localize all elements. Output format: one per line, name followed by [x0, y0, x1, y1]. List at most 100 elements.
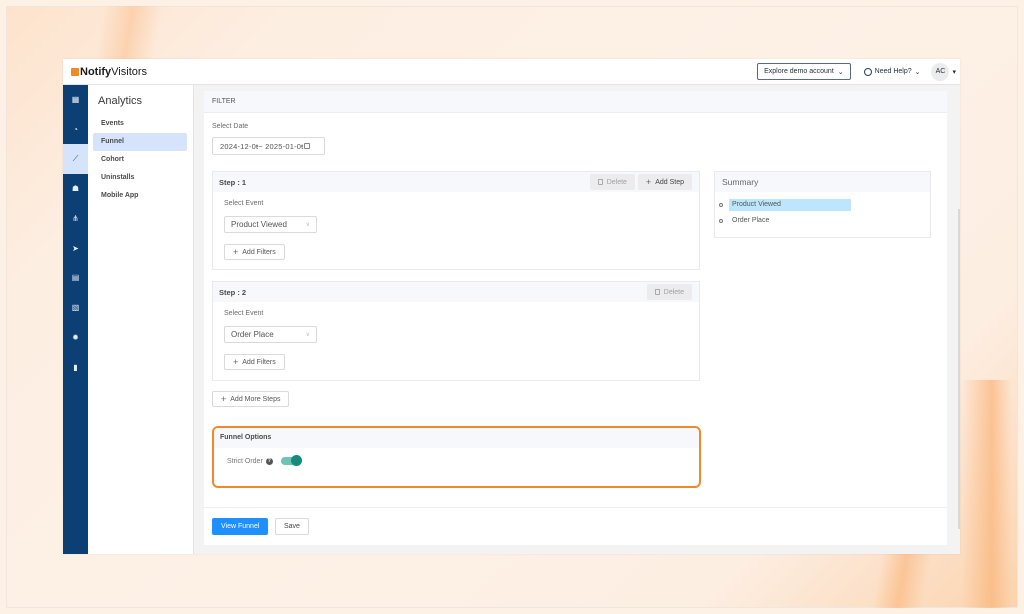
strict-order-toggle[interactable]	[280, 455, 302, 466]
sidebar-item-settings[interactable]: ✹	[63, 323, 88, 353]
chevron-down-icon[interactable]: ▾	[952, 68, 956, 76]
plus-icon: +	[645, 176, 652, 187]
sidebar-item-hierarchy[interactable]: ⋔	[63, 204, 88, 234]
card-icon: ▤	[71, 273, 80, 283]
add-filters-button[interactable]: + Add Filters	[224, 244, 285, 260]
trash-icon	[654, 289, 660, 295]
date-range-input[interactable]: 2024-12-0ŧ~ 2025-01-0ŧ	[212, 137, 325, 155]
top-bar: Notify Visitors Explore demo account ⌄ N…	[63, 59, 960, 85]
event-select-value: Product Viewed	[231, 220, 287, 229]
avatar[interactable]: AC	[931, 62, 950, 81]
step-title: Step : 2	[219, 287, 247, 297]
delete-label: Delete	[663, 288, 684, 296]
subnav-item-events[interactable]: Events	[93, 115, 187, 133]
logo-text-bold: Notify	[80, 65, 112, 78]
delete-step-button[interactable]: Delete	[646, 284, 692, 300]
bullet-icon	[719, 202, 723, 207]
sidebar-item-grid[interactable]: ▦	[63, 85, 88, 115]
chevron-down-icon: ∨	[305, 332, 310, 338]
sidebar-item-dashboard[interactable]: ◔	[63, 115, 88, 145]
sidebar-item-card[interactable]: ▤	[63, 263, 88, 293]
users-icon: ☗	[71, 184, 80, 194]
event-select-value: Order Place	[231, 330, 274, 339]
save-button[interactable]: Save	[275, 518, 309, 535]
scrollbar[interactable]	[958, 209, 960, 529]
book-icon: ▮	[73, 362, 78, 372]
event-select[interactable]: Product Viewed ∨	[224, 216, 317, 233]
funnel-step-1: Step : 1 Delete + Add Step Select Event …	[212, 171, 700, 270]
plus-icon: +	[221, 393, 227, 404]
add-filters-label: Add Filters	[242, 248, 276, 256]
hierarchy-icon: ⋔	[72, 214, 79, 224]
add-more-steps-label: Add More Steps	[230, 395, 281, 403]
grid-icon: ▦	[71, 95, 80, 105]
summary-item: Product Viewed	[715, 198, 930, 211]
add-filters-button[interactable]: + Add Filters	[224, 354, 285, 370]
need-help-menu[interactable]: Need Help? ⌄	[863, 67, 921, 76]
app-window: Notify Visitors Explore demo account ⌄ N…	[63, 59, 960, 554]
event-select[interactable]: Order Place ∨	[224, 326, 317, 343]
subnav-title: Analytics	[98, 95, 143, 107]
funnel-filter-panel: FILTER Select Date 2024-12-0ŧ~ 2025-01-0…	[204, 91, 947, 545]
subnav-item-mobile-app[interactable]: Mobile App	[93, 187, 187, 205]
select-date-label: Select Date	[212, 123, 249, 130]
delete-step-button[interactable]: Delete	[589, 174, 635, 190]
summary-item-label: Product Viewed	[729, 198, 851, 211]
step-title: Step : 1	[219, 177, 247, 187]
background-decoration	[962, 380, 1012, 608]
need-help-label: Need Help?	[874, 68, 912, 75]
subnav-item-funnel[interactable]: Funnel	[93, 133, 187, 151]
sidebar-item-analytics[interactable]: ⟋	[63, 144, 88, 175]
summary-item: Order Place	[715, 214, 930, 227]
select-event-label: Select Event	[224, 310, 264, 317]
summary-item-label: Order Place	[732, 216, 770, 224]
icon-sidebar: ▦ ◔ ⟋ ☗ ⋔ ➤ ▤ ▧ ✹ ▮	[63, 85, 88, 554]
dashboard-icon: ◔	[73, 125, 78, 135]
view-funnel-button[interactable]: View Funnel	[212, 518, 269, 535]
funnel-step-2: Step : 2 Delete Select Event Order Place…	[212, 281, 700, 381]
bullet-icon	[719, 218, 723, 223]
step-header: Step : 1 Delete + Add Step	[213, 172, 699, 192]
add-step-button[interactable]: + Add Step	[637, 174, 692, 190]
subnav-item-uninstalls[interactable]: Uninstalls	[93, 169, 187, 187]
date-range-value: 2024-12-0ŧ~ 2025-01-0ŧ	[220, 141, 304, 151]
filter-header: FILTER	[204, 91, 947, 113]
select-event-label: Select Event	[224, 200, 264, 207]
delete-label: Delete	[606, 178, 627, 186]
sidebar-item-document[interactable]: ▧	[63, 293, 88, 323]
trash-icon	[597, 179, 603, 185]
document-icon: ▧	[71, 303, 80, 313]
plus-icon: +	[233, 356, 239, 367]
plus-icon: +	[233, 246, 239, 257]
chevron-down-icon: ∨	[305, 222, 310, 228]
chevron-down-icon: ⌄	[914, 68, 921, 76]
toggle-knob	[290, 455, 302, 466]
funnel-options-panel: Funnel Options Strict Order ?	[212, 426, 701, 488]
add-more-steps-button[interactable]: + Add More Steps	[212, 391, 290, 407]
explore-demo-account-label: Explore demo account	[764, 68, 834, 75]
help-question-icon[interactable]: ?	[265, 457, 273, 465]
funnel-options-title: Funnel Options	[214, 428, 699, 448]
lifebuoy-icon	[863, 67, 872, 76]
settings-icon: ✹	[72, 332, 79, 342]
strict-order-label: Strict Order	[227, 457, 263, 465]
explore-demo-account-button[interactable]: Explore demo account ⌄	[757, 63, 851, 80]
logo[interactable]: Notify Visitors	[71, 66, 147, 78]
calendar-icon	[304, 143, 311, 149]
chevron-down-icon: ⌄	[837, 68, 844, 76]
logo-text-regular: Visitors	[111, 65, 148, 78]
summary-title: Summary	[715, 172, 930, 192]
sidebar-item-book[interactable]: ▮	[63, 352, 88, 382]
step-header: Step : 2 Delete	[213, 282, 699, 302]
analytics-chart-icon: ⟋	[72, 154, 79, 164]
sidebar-item-send[interactable]: ➤	[63, 233, 88, 263]
add-step-label: Add Step	[655, 178, 684, 186]
logo-mark-icon	[71, 67, 79, 76]
subnav-item-cohort[interactable]: Cohort	[93, 151, 187, 169]
send-icon: ➤	[72, 243, 79, 253]
analytics-subnav: Analytics Events Funnel Cohort Uninstall…	[88, 85, 194, 554]
sidebar-item-users[interactable]: ☗	[63, 174, 88, 204]
summary-panel: Summary Product Viewed Order Place	[714, 171, 931, 238]
footer-actions: View Funnel Save	[204, 507, 947, 545]
add-filters-label: Add Filters	[242, 358, 276, 366]
